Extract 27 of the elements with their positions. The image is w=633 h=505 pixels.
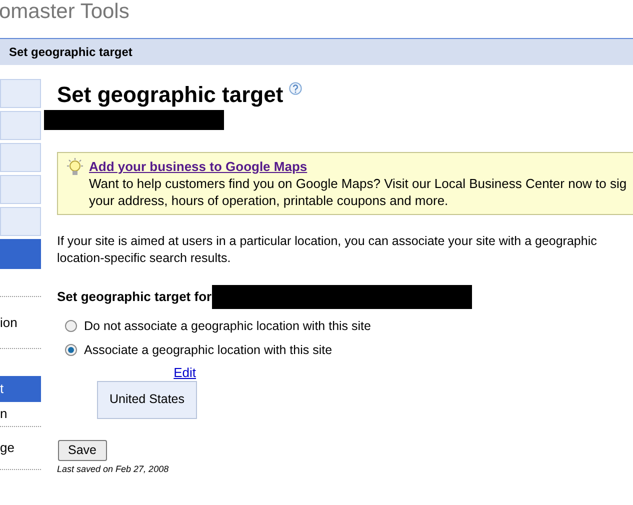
sidebar-item[interactable]: ge: [0, 435, 41, 461]
help-icon[interactable]: [289, 82, 302, 95]
sidebar-tab[interactable]: [0, 207, 41, 236]
option-label: Associate a geographic location with this site: [84, 342, 332, 359]
radio-button[interactable]: [65, 344, 77, 356]
target-label: Set geographic target for: [57, 288, 212, 306]
sidebar-item[interactable]: n: [0, 401, 41, 427]
location-box: United States: [97, 380, 197, 418]
option-label: Do not associate a geographic location with this site: [84, 318, 371, 335]
radio-button[interactable]: [65, 320, 77, 332]
save-button[interactable]: Save: [58, 440, 106, 460]
intro-text: If your site is aimed at users in a particular location, you can associate your site with a geographic location-specific search results.: [57, 233, 598, 267]
sidebar-tab[interactable]: [0, 111, 41, 140]
app-title: omaster Tools: [0, 0, 130, 26]
edit-link[interactable]: Edit: [174, 364, 196, 380]
business-link[interactable]: Add your business to Google Maps: [89, 158, 628, 175]
page-title: Set geographic target: [57, 81, 284, 109]
last-saved-text: Last saved on Feb 27, 2008: [57, 462, 170, 476]
notice-text: Want to help customers find you on Google Maps? Visit our Local Business Center now to sig your address, hours of operation, printable coupons and more.: [89, 175, 628, 209]
sidebar-tab[interactable]: [0, 143, 41, 172]
sidebar-tab[interactable]: [0, 175, 41, 204]
sidebar-item[interactable]: t: [0, 376, 41, 402]
sidebar-tab[interactable]: [0, 79, 41, 108]
sidebar-tab[interactable]: [0, 239, 41, 269]
lightbulb-icon: [66, 158, 84, 178]
sidebar-item[interactable]: ion: [0, 310, 41, 336]
breadcrumb: Set geographic target: [9, 44, 132, 61]
